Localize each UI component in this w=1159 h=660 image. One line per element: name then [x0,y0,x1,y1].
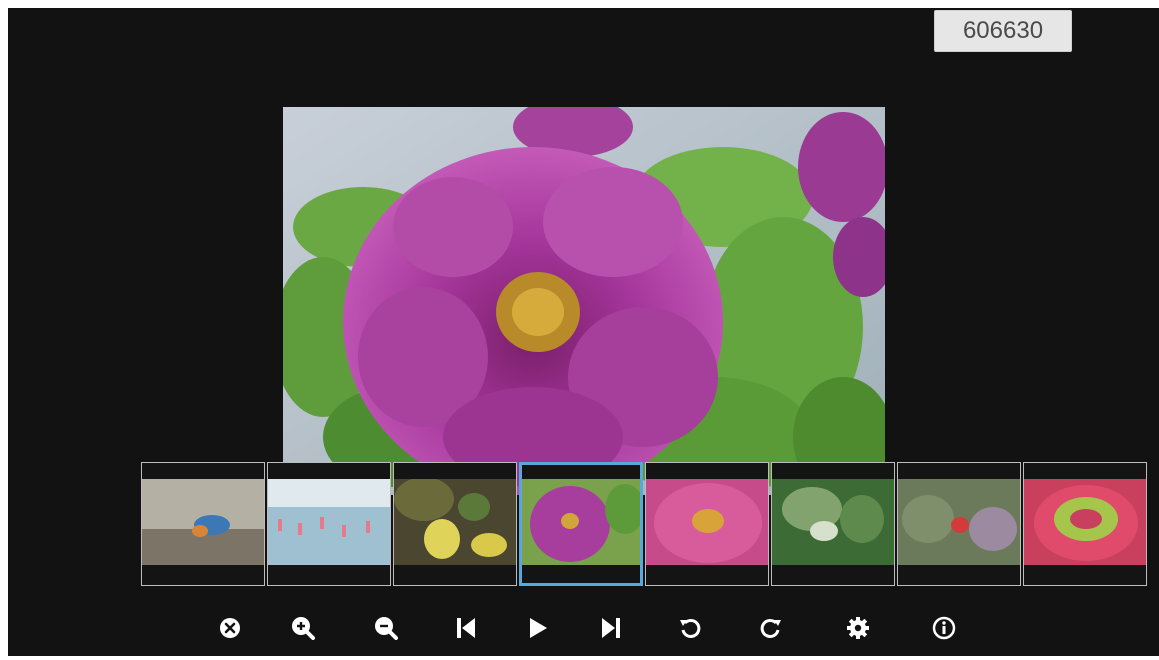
close-button[interactable] [210,608,250,648]
rotate-right-icon [759,616,783,640]
next-icon [601,617,621,639]
zoom-in-icon [291,616,315,640]
play-icon [528,617,548,639]
image-counter: 606630 [934,10,1072,52]
previous-button[interactable] [446,608,486,648]
main-photo[interactable] [283,107,885,495]
thumbnail-flamingos[interactable] [267,462,391,586]
thumbnail-white-flowers[interactable] [771,462,895,586]
zoom-in-button[interactable] [283,608,323,648]
close-icon [219,617,241,639]
thumbnail-kingfisher[interactable] [141,462,265,586]
zoom-out-button[interactable] [366,608,406,648]
thumbnail-purple-peony[interactable] [519,462,643,586]
photo-viewer-screen: 606630 [8,8,1159,656]
rotate-right-button[interactable] [751,608,791,648]
settings-button[interactable] [838,608,878,648]
rotate-left-button[interactable] [670,608,710,648]
info-icon [932,616,956,640]
gear-icon [846,616,870,640]
thumbnail-yellow-flowers[interactable] [393,462,517,586]
rotate-left-icon [678,616,702,640]
thumbnail-red-flowers[interactable] [897,462,1021,586]
next-button[interactable] [591,608,631,648]
info-button[interactable] [924,608,964,648]
control-toolbar [8,608,1159,648]
previous-icon [456,617,476,639]
thumbnail-pink-peony[interactable] [645,462,769,586]
thumbnail-strip [141,462,1159,588]
thumbnail-flower-wreath[interactable] [1023,462,1147,586]
zoom-out-icon [374,616,398,640]
play-button[interactable] [518,608,558,648]
